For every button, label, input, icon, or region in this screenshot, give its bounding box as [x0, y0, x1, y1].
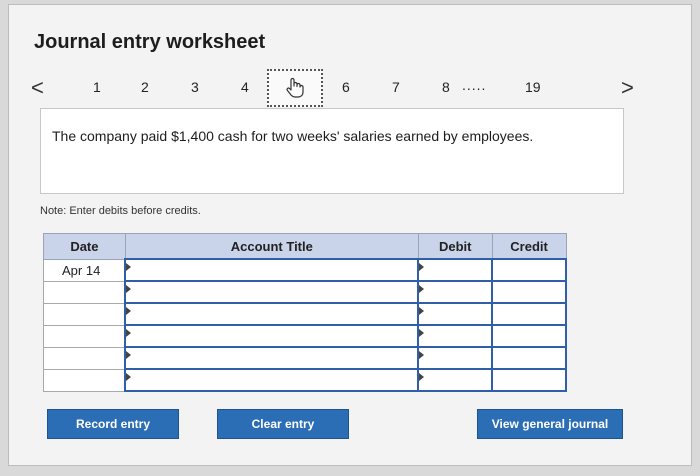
debit-input[interactable]	[417, 302, 494, 326]
prev-arrow-icon[interactable]: <	[31, 75, 44, 101]
debit-input[interactable]	[417, 280, 494, 304]
dropdown-marker-icon	[126, 307, 132, 315]
question-text: The company paid $1,400 cash for two wee…	[52, 128, 534, 144]
column-header-debit: Debit	[417, 233, 493, 260]
record-entry-button[interactable]: Record entry	[47, 409, 179, 439]
journal-entry-table: Date Account Title Debit Credit Apr 14	[43, 233, 567, 392]
date-cell	[43, 346, 126, 370]
account-title-input[interactable]	[124, 324, 420, 348]
dropdown-marker-icon	[126, 373, 132, 381]
date-cell	[43, 368, 126, 392]
page-link-6[interactable]: 6	[342, 79, 350, 95]
table-header-row: Date Account Title Debit Credit	[43, 233, 567, 260]
dropdown-marker-icon	[419, 307, 425, 315]
clear-entry-button[interactable]: Clear entry	[217, 409, 349, 439]
table-row	[43, 346, 567, 370]
credit-input[interactable]	[491, 302, 567, 326]
date-cell: Apr 14	[43, 258, 126, 282]
account-title-input[interactable]	[124, 258, 420, 282]
dropdown-marker-icon	[419, 373, 425, 381]
next-arrow-icon[interactable]: >	[621, 75, 634, 101]
table-row	[43, 302, 567, 326]
debit-input[interactable]	[417, 346, 494, 370]
debit-input[interactable]	[417, 324, 494, 348]
account-title-input[interactable]	[124, 302, 420, 326]
dropdown-marker-icon	[126, 285, 132, 293]
page-link-3[interactable]: 3	[191, 79, 199, 95]
page-link-1[interactable]: 1	[93, 79, 101, 95]
page-link-8[interactable]: 8	[442, 79, 450, 95]
page-link-7[interactable]: 7	[392, 79, 400, 95]
entry-note: Note: Enter debits before credits.	[40, 205, 201, 217]
dropdown-marker-icon	[126, 263, 132, 271]
hand-pointer-icon	[286, 77, 304, 98]
table-row	[43, 280, 567, 304]
table-row	[43, 368, 567, 392]
account-title-input[interactable]	[124, 346, 420, 370]
account-title-input[interactable]	[124, 368, 420, 392]
date-cell	[43, 324, 126, 348]
credit-input[interactable]	[491, 324, 567, 348]
debit-input[interactable]	[417, 368, 494, 392]
worksheet-panel: Journal entry worksheet < 1 2 3 4 6 7 8 …	[8, 4, 692, 466]
dropdown-marker-icon	[126, 351, 132, 359]
pager-ellipsis: .....	[462, 77, 487, 93]
page-link-2[interactable]: 2	[141, 79, 149, 95]
dropdown-marker-icon	[419, 263, 425, 271]
table-row: Apr 14	[43, 258, 567, 282]
dropdown-marker-icon	[419, 329, 425, 337]
page-link-19[interactable]: 19	[525, 79, 541, 95]
dropdown-marker-icon	[419, 351, 425, 359]
dropdown-marker-icon	[126, 329, 132, 337]
column-header-date: Date	[43, 233, 126, 260]
date-cell	[43, 280, 126, 304]
table-row	[43, 324, 567, 348]
column-header-credit: Credit	[491, 233, 567, 260]
credit-input[interactable]	[491, 280, 567, 304]
credit-input[interactable]	[491, 346, 567, 370]
column-header-account-title: Account Title	[124, 233, 419, 260]
current-page-indicator[interactable]	[267, 69, 323, 107]
credit-input[interactable]	[491, 368, 567, 392]
dropdown-marker-icon	[419, 285, 425, 293]
question-box: The company paid $1,400 cash for two wee…	[40, 108, 624, 194]
view-general-journal-button[interactable]: View general journal	[477, 409, 623, 439]
date-cell	[43, 302, 126, 326]
question-pager: < 1 2 3 4 6 7 8 ..... 19 >	[9, 69, 693, 109]
account-title-input[interactable]	[124, 280, 420, 304]
page-link-4[interactable]: 4	[241, 79, 249, 95]
credit-input[interactable]	[491, 258, 567, 282]
debit-input[interactable]	[417, 258, 494, 282]
page-title: Journal entry worksheet	[34, 31, 266, 53]
